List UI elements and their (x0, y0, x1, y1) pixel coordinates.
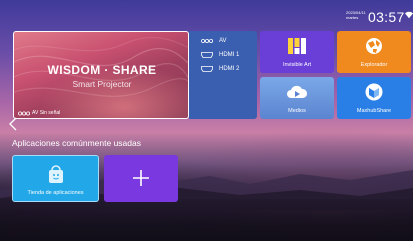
input-hdmi-2[interactable]: HDMI 2 (201, 66, 239, 72)
app-label: MaxhubShare (356, 108, 392, 114)
input-av[interactable]: AV (201, 38, 227, 44)
brand-title: WISDOM · SHARE (47, 63, 157, 77)
cloud-play-icon (287, 85, 308, 98)
brand-subtitle: Smart Projector (72, 79, 132, 89)
input-hdmi-1[interactable]: HDMI 1 (201, 52, 239, 58)
input-source-panel: AV HDMI 1 HDMI 2 (189, 31, 257, 119)
bottom-shade (0, 199, 413, 241)
add-app-button[interactable] (104, 155, 178, 202)
weekday-text: martes (346, 15, 359, 20)
input-label: HDMI 1 (219, 52, 240, 58)
source-preview-card[interactable]: WISDOM · SHARE Smart Projector AV Sin se… (13, 31, 189, 119)
invisible-art-icon (288, 38, 306, 54)
shopping-bag-icon (49, 165, 63, 183)
app-tile-invisible-art[interactable]: Invisible Art (260, 31, 334, 73)
hdmi-port-icon (201, 52, 213, 58)
app-label: Explorador (360, 62, 388, 68)
app-tile-app-store[interactable]: Tienda de aplicaciones (12, 155, 99, 202)
source-status-text: AV Sin señal (32, 110, 61, 116)
plus-icon (133, 170, 149, 186)
input-label: HDMI 2 (219, 66, 240, 72)
hdmi-port-icon (201, 66, 213, 72)
app-label: Tienda de aplicaciones (27, 190, 84, 196)
av-ports-icon (201, 38, 213, 44)
chevron-left-icon[interactable] (9, 117, 17, 131)
section-title: Aplicaciones comúnmente usadas (12, 138, 141, 148)
input-label: AV (219, 38, 227, 44)
app-label: Invisible Art (282, 62, 312, 68)
wifi-icon (405, 11, 413, 19)
av-ports-icon (18, 110, 30, 116)
app-tile-medios[interactable]: Medios (260, 77, 334, 119)
screen-share-icon (365, 83, 383, 101)
app-tile-maxhubshare[interactable]: MaxhubShare (337, 77, 411, 119)
app-label: Medios (288, 108, 306, 114)
home-screen: 2023/04/11 martes 03:57 WISDOM · SHARE S… (0, 0, 413, 241)
app-tile-explorador[interactable]: Explorador (337, 31, 411, 73)
clock: 03:57 (368, 9, 405, 25)
globe-icon (366, 38, 382, 54)
date-display: 2023/04/11 martes (346, 10, 366, 20)
source-status: AV Sin señal (18, 110, 60, 116)
